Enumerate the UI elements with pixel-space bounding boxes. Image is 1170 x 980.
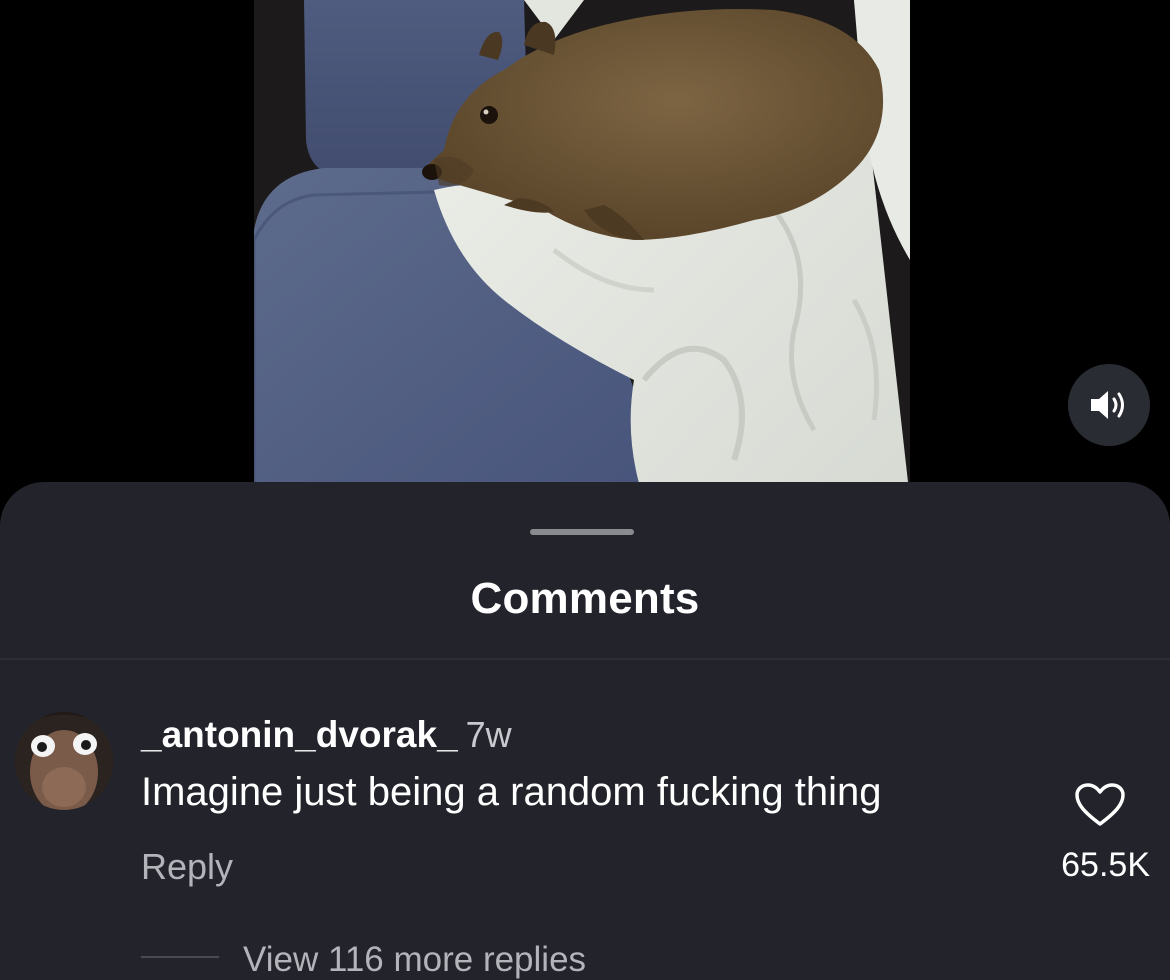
screen: Comments _antonin_dvorak_7w Imagine jus [0, 0, 1170, 980]
avatar-image [15, 712, 113, 810]
comments-sheet: Comments _antonin_dvorak_7w Imagine jus [0, 482, 1170, 980]
like-count: 65.5K [1061, 846, 1150, 884]
comment-text: Imagine just being a random fucking thin… [141, 770, 882, 814]
replies-divider-line [141, 956, 219, 958]
video-player[interactable] [254, 0, 910, 500]
heart-icon [1075, 783, 1125, 826]
view-more-replies-button[interactable]: View 116 more replies [243, 940, 586, 980]
volume-button[interactable] [1068, 364, 1150, 446]
comments-title: Comments [470, 574, 700, 623]
comment-header: _antonin_dvorak_ 7w [141, 714, 512, 756]
like-button[interactable] [1074, 782, 1126, 828]
comment-item: _antonin_dvorak_ 7w Imagine just being a … [0, 710, 1170, 980]
reply-button[interactable]: Reply [141, 846, 233, 888]
comment-username[interactable]: _antonin_dvorak_ [141, 714, 458, 755]
divider [0, 658, 1170, 660]
speaker-volume-icon [1091, 391, 1124, 419]
drag-handle[interactable] [530, 529, 634, 535]
video-frame-image [254, 0, 910, 500]
avatar[interactable] [15, 712, 113, 810]
comment-timestamp: 7w [465, 714, 512, 755]
